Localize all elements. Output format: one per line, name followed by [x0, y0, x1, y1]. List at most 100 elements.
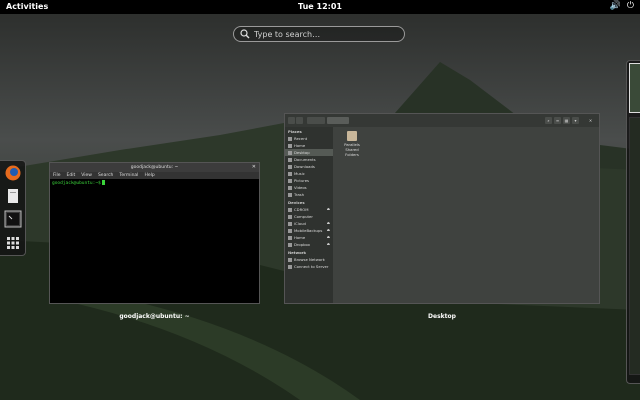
sidebar-item-mobilebackups[interactable]: MobileBackups ⏏ — [285, 227, 333, 234]
files-window[interactable]: ⌕ ≡ ▦ ▾ ✕ Places Recent Home Desktop Doc… — [284, 113, 600, 304]
menu-search[interactable]: Search — [98, 172, 113, 179]
terminal-titlebar[interactable]: goodjack@ubuntu: ~ ✕ — [50, 163, 259, 172]
sidebar-item-label: Recent — [294, 136, 308, 141]
sidebar-item-documents[interactable]: Documents — [285, 156, 333, 163]
search-icon — [240, 29, 250, 39]
eject-icon[interactable]: ⏏ — [327, 227, 330, 234]
menu-terminal[interactable]: Terminal — [119, 172, 138, 179]
search-icon[interactable]: ⌕ — [545, 117, 552, 124]
forward-button[interactable] — [296, 117, 303, 124]
sidebar-item-label: Downloads — [294, 164, 315, 169]
drive-icon — [288, 228, 292, 233]
terminal-output[interactable]: goodjack@ubuntu:~$ — [50, 179, 259, 187]
sidebar-item-pictures[interactable]: Pictures — [285, 177, 333, 184]
sidebar-item-computer[interactable]: Computer — [285, 213, 333, 220]
back-button[interactable] — [288, 117, 295, 124]
home-icon — [288, 143, 292, 148]
sidebar-item-label: Pictures — [294, 178, 310, 183]
sidebar-item-connect-server[interactable]: Connect to Server — [285, 263, 333, 270]
sidebar-item-home[interactable]: Home — [285, 142, 333, 149]
top-bar: Activities Tue 12:01 🔊 ⏻ — [0, 0, 640, 14]
downloads-icon — [288, 164, 292, 169]
menu-edit[interactable]: Edit — [67, 172, 76, 179]
cursor — [101, 180, 105, 185]
sidebar-item-browse-network[interactable]: Browse Network — [285, 256, 333, 263]
sidebar-item-label: Computer — [294, 214, 313, 219]
sidebar-item-videos[interactable]: Videos — [285, 184, 333, 191]
sidebar-item-recent[interactable]: Recent — [285, 135, 333, 142]
terminal-app-icon[interactable] — [4, 210, 22, 228]
workspace-1[interactable] — [629, 63, 640, 113]
pictures-icon — [288, 178, 292, 183]
terminal-window[interactable]: goodjack@ubuntu: ~ ✕ File Edit View Sear… — [49, 162, 260, 304]
terminal-prompt: goodjack@ubuntu:~$ — [52, 181, 101, 186]
network-heading: Network — [288, 250, 307, 255]
files-caption[interactable]: Desktop — [284, 313, 600, 320]
path-home-button[interactable] — [307, 117, 325, 124]
sidebar-item-downloads[interactable]: Downloads — [285, 163, 333, 170]
desktop-icon — [288, 150, 292, 155]
file-item[interactable]: Parallels Shared Folders — [339, 131, 365, 157]
sidebar-item-cdrom[interactable]: CDROM ⏏ — [285, 206, 333, 213]
grid-view-icon[interactable]: ▦ — [563, 117, 570, 124]
menu-icon[interactable]: ▾ — [572, 117, 579, 124]
sidebar-item-label: CDROM — [294, 207, 309, 212]
computer-icon — [288, 214, 292, 219]
music-icon — [288, 171, 292, 176]
workspace-2[interactable] — [629, 117, 640, 375]
trash-icon — [288, 192, 292, 197]
disc-icon — [288, 207, 292, 212]
sidebar-item-label: Videos — [294, 185, 307, 190]
close-icon[interactable]: ✕ — [587, 117, 594, 124]
files-sidebar: Places Recent Home Desktop Documents Dow… — [285, 127, 333, 303]
eject-icon[interactable]: ⏏ — [327, 206, 330, 213]
terminal-caption[interactable]: goodjack@ubuntu: ~ — [49, 313, 260, 320]
sidebar-item-dropbox[interactable]: Dropbox ⏏ — [285, 241, 333, 248]
drive-icon — [288, 235, 292, 240]
sidebar-item-label: Documents — [294, 157, 316, 162]
videos-icon — [288, 185, 292, 190]
sidebar-item-icloud[interactable]: iCloud ⏏ — [285, 220, 333, 227]
firefox-icon[interactable] — [4, 164, 22, 182]
dash — [0, 160, 26, 256]
file-item-label: Parallels Shared Folders — [344, 142, 360, 157]
menu-view[interactable]: View — [81, 172, 92, 179]
system-tray[interactable]: 🔊 ⏻ — [610, 1, 634, 11]
terminal-title: goodjack@ubuntu: ~ — [130, 165, 179, 170]
sidebar-item-label: Home — [294, 143, 306, 148]
sidebar-item-label: Dropbox — [294, 242, 310, 247]
files-headerbar[interactable]: ⌕ ≡ ▦ ▾ ✕ — [285, 114, 599, 127]
drive-icon — [288, 242, 292, 247]
drive-icon — [288, 221, 292, 226]
sidebar-item-home-drive[interactable]: Home ⏏ — [285, 234, 333, 241]
sidebar-item-label: Music — [294, 171, 305, 176]
sidebar-item-label: Trash — [294, 192, 305, 197]
devices-heading: Devices — [288, 200, 305, 205]
sidebar-item-label: Browse Network — [294, 257, 325, 262]
menu-file[interactable]: File — [53, 172, 61, 179]
search-input[interactable] — [250, 29, 394, 39]
show-applications-icon[interactable] — [4, 234, 22, 252]
sidebar-item-trash[interactable]: Trash — [285, 191, 333, 198]
sidebar-item-label: MobileBackups — [294, 228, 323, 233]
sidebar-item-music[interactable]: Music — [285, 170, 333, 177]
files-app-icon[interactable] — [4, 187, 22, 205]
list-view-icon[interactable]: ≡ — [554, 117, 561, 124]
menu-help[interactable]: Help — [144, 172, 154, 179]
path-desktop-button[interactable] — [327, 117, 349, 124]
clock[interactable]: Tue 12:01 — [0, 2, 640, 11]
power-icon[interactable]: ⏻ — [627, 1, 634, 11]
sidebar-item-desktop[interactable]: Desktop — [285, 149, 333, 156]
sidebar-item-label: Home — [294, 235, 306, 240]
eject-icon[interactable]: ⏏ — [327, 241, 330, 248]
sidebar-item-label: Desktop — [294, 150, 310, 155]
sidebar-item-label: Connect to Server — [294, 264, 329, 269]
network-icon — [288, 257, 292, 262]
eject-icon[interactable]: ⏏ — [327, 220, 330, 227]
files-content[interactable]: Parallels Shared Folders — [333, 127, 599, 303]
volume-icon[interactable]: 🔊 — [610, 1, 621, 11]
documents-icon — [288, 157, 292, 162]
close-icon[interactable]: ✕ — [252, 163, 256, 172]
search-box[interactable] — [233, 26, 405, 42]
eject-icon[interactable]: ⏏ — [327, 234, 330, 241]
